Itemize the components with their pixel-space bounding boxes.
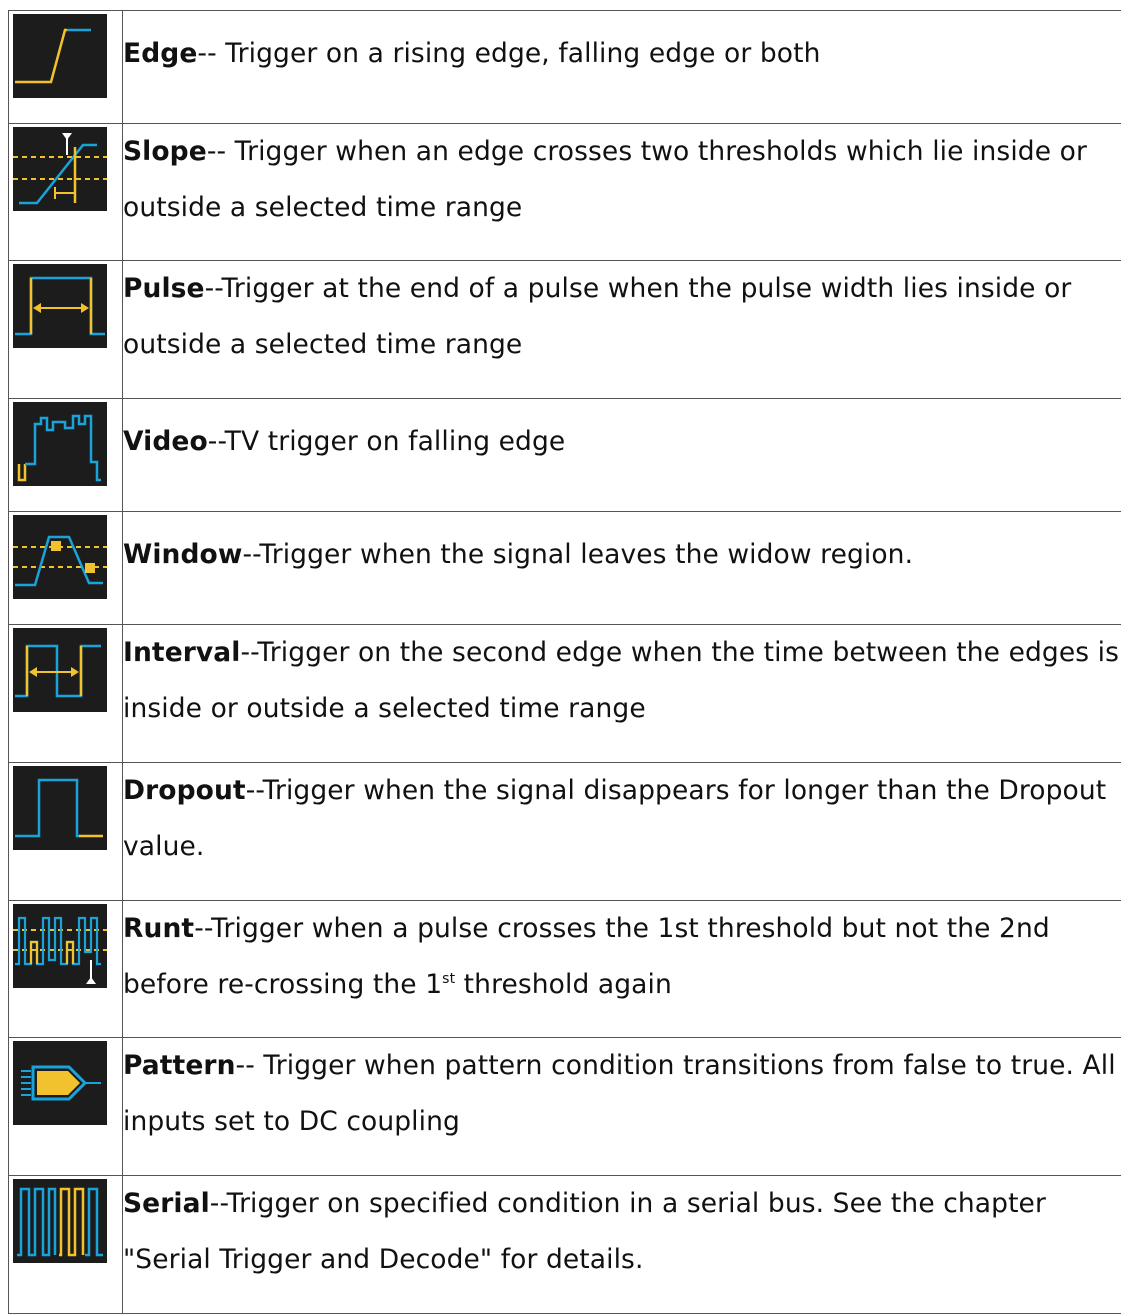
edge-trigger-icon <box>13 14 107 98</box>
trigger-name: Pulse <box>123 273 205 304</box>
icon-cell <box>9 625 123 763</box>
table-row: Video--TV trigger on falling edge <box>9 399 1121 512</box>
icon-cell <box>9 1038 123 1176</box>
window-trigger-icon <box>13 515 107 599</box>
trigger-description: -- Trigger on a rising edge, falling edg… <box>197 38 820 69</box>
icon-cell <box>9 1176 123 1314</box>
icon-cell <box>9 901 123 1038</box>
video-trigger-icon <box>13 402 107 486</box>
trigger-name: Slope <box>123 136 207 167</box>
table-row: Interval--Trigger on the second edge whe… <box>9 625 1121 763</box>
icon-cell <box>9 261 123 399</box>
row-text: Pattern-- Trigger when pattern condition… <box>123 1038 1121 1176</box>
row-text: Dropout--Trigger when the signal disappe… <box>123 763 1121 901</box>
row-text: Serial--Trigger on specified condition i… <box>123 1176 1121 1314</box>
dropout-trigger-icon <box>13 766 107 850</box>
serial-trigger-icon <box>13 1179 107 1263</box>
icon-cell <box>9 763 123 901</box>
table-row: Runt--Trigger when a pulse crosses the 1… <box>9 901 1121 1038</box>
row-text: Interval--Trigger on the second edge whe… <box>123 625 1121 763</box>
table-row: Serial--Trigger on specified condition i… <box>9 1176 1121 1314</box>
icon-cell <box>9 512 123 625</box>
trigger-name: Dropout <box>123 775 246 806</box>
trigger-name: Window <box>123 539 242 570</box>
row-text: Slope-- Trigger when an edge crosses two… <box>123 124 1121 261</box>
trigger-type-table: Edge-- Trigger on a rising edge, falling… <box>8 10 1121 1314</box>
pattern-trigger-icon <box>13 1041 107 1125</box>
row-text: Pulse--Trigger at the end of a pulse whe… <box>123 261 1121 399</box>
trigger-name: Edge <box>123 38 197 69</box>
table-row: Slope-- Trigger when an edge crosses two… <box>9 124 1121 261</box>
trigger-name: Video <box>123 426 208 457</box>
table-row: Pulse--Trigger at the end of a pulse whe… <box>9 261 1121 399</box>
trigger-description: --Trigger when the signal leaves the wid… <box>242 539 913 570</box>
slope-trigger-icon <box>13 127 107 211</box>
trigger-name: Runt <box>123 913 194 944</box>
trigger-description: -- Trigger when pattern condition transi… <box>123 1050 1116 1137</box>
row-text: Runt--Trigger when a pulse crosses the 1… <box>123 901 1121 1038</box>
trigger-description: --TV trigger on falling edge <box>208 426 566 457</box>
icon-cell <box>9 124 123 261</box>
trigger-description: -- Trigger when an edge crosses two thre… <box>123 136 1087 223</box>
trigger-name: Pattern <box>123 1050 236 1081</box>
runt-trigger-icon <box>13 904 107 988</box>
trigger-description: --Trigger when the signal disappears for… <box>123 775 1106 862</box>
trigger-description-end: threshold again <box>455 969 672 1000</box>
table-row: Window--Trigger when the signal leaves t… <box>9 512 1121 625</box>
pulse-trigger-icon <box>13 264 107 348</box>
table-row: Edge-- Trigger on a rising edge, falling… <box>9 11 1121 124</box>
trigger-description: --Trigger at the end of a pulse when the… <box>123 273 1071 360</box>
trigger-description: --Trigger on the second edge when the ti… <box>123 637 1119 724</box>
superscript: st <box>442 971 455 987</box>
interval-trigger-icon <box>13 628 107 712</box>
table-row: Dropout--Trigger when the signal disappe… <box>9 763 1121 901</box>
trigger-description: --Trigger on specified condition in a se… <box>123 1188 1046 1275</box>
row-text: Video--TV trigger on falling edge <box>123 399 1121 512</box>
row-text: Edge-- Trigger on a rising edge, falling… <box>123 11 1121 124</box>
icon-cell <box>9 11 123 124</box>
row-text: Window--Trigger when the signal leaves t… <box>123 512 1121 625</box>
table-row: Pattern-- Trigger when pattern condition… <box>9 1038 1121 1176</box>
icon-cell <box>9 399 123 512</box>
trigger-name: Interval <box>123 637 240 668</box>
trigger-name: Serial <box>123 1188 210 1219</box>
